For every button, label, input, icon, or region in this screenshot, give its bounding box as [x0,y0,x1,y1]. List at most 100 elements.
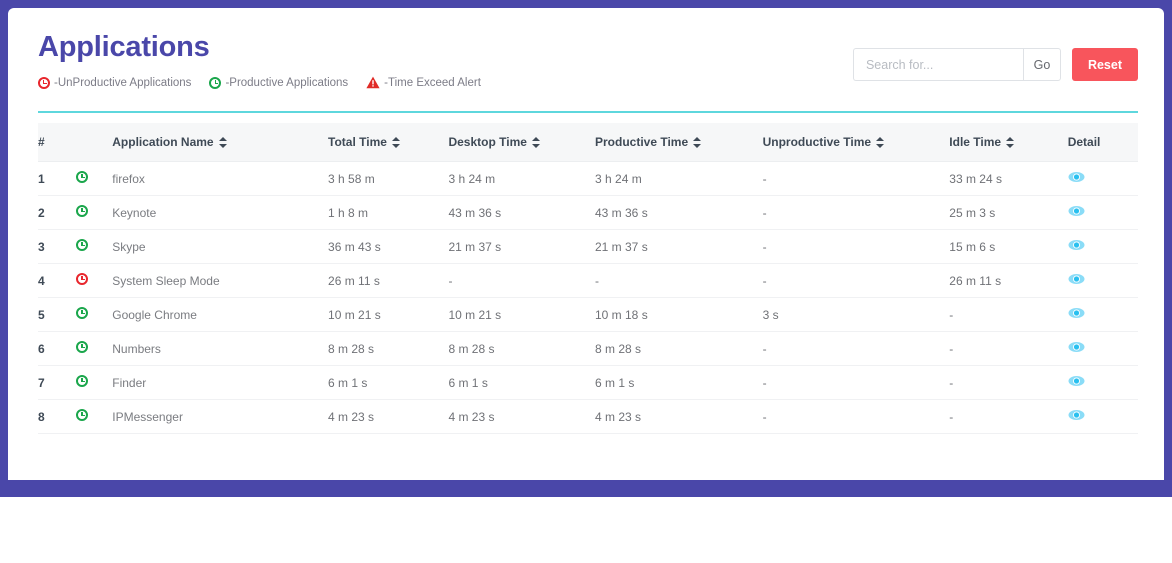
row-idle-time: - [949,331,1068,366]
column-header-detail: Detail [1067,123,1138,162]
legend-item: -Time Exceed Alert [366,76,481,89]
row-status-cell [76,297,113,332]
row-total-time: 3 h 58 m [328,161,449,196]
row-productive-time: 21 m 37 s [595,229,763,264]
row-idle-time: - [949,399,1068,434]
view-detail-button[interactable] [1068,409,1085,424]
legend-item: -UnProductive Applications [38,76,191,89]
legend-label: -Productive Applications [225,76,349,89]
row-productive-time: - [595,263,763,298]
row-desktop-time: 43 m 36 s [448,195,595,230]
row-index: 3 [38,229,77,264]
row-desktop-time: 4 m 23 s [448,399,595,434]
row-unproductive-time: - [762,399,950,434]
eye-icon [1068,172,1085,182]
view-detail-button[interactable] [1068,307,1085,322]
sort-toggle-icon[interactable] [218,136,227,148]
row-application-name: Keynote [112,195,329,230]
search-toolbar: Go Reset [852,48,1138,81]
productive-clock-icon [76,341,89,353]
row-detail-cell [1067,263,1138,298]
column-header-name[interactable]: Application Name [112,123,329,162]
row-detail-cell [1067,195,1138,230]
row-unproductive-time: - [762,229,950,264]
sort-toggle-icon[interactable] [1006,136,1015,148]
row-idle-time: - [949,297,1068,332]
accent-divider [38,111,1138,113]
row-status-cell [76,195,113,230]
row-idle-time: 25 m 3 s [949,195,1068,230]
eye-icon [1068,376,1085,386]
row-status-cell [76,229,113,264]
row-idle-time: - [949,365,1068,400]
row-detail-cell [1067,161,1138,196]
row-total-time: 1 h 8 m [328,195,449,230]
legend-item: -Productive Applications [209,76,349,89]
applications-table: # Application Name Total Time Desktop Time P… [38,123,1138,434]
view-detail-button[interactable] [1068,205,1085,220]
column-header-label: # [38,135,45,149]
row-application-name: Skype [112,229,329,264]
column-header-label: Detail [1067,135,1101,149]
table-header-row: # Application Name Total Time Desktop Time P… [38,123,1138,162]
sort-toggle-icon[interactable] [531,136,540,148]
legend-label: -Time Exceed Alert [384,76,481,89]
row-index: 6 [38,331,77,366]
row-detail-cell [1067,229,1138,264]
view-detail-button[interactable] [1068,341,1085,356]
column-header-productive[interactable]: Productive Time [595,123,763,162]
row-productive-time: 6 m 1 s [595,365,763,400]
row-desktop-time: 3 h 24 m [448,161,595,196]
column-header-total[interactable]: Total Time [328,123,449,162]
sort-toggle-icon[interactable] [693,136,702,148]
view-detail-button[interactable] [1068,171,1085,186]
unproductive-clock-icon [76,273,89,285]
row-desktop-time: 10 m 21 s [448,297,595,332]
card-header: Applications -UnProductive Applications -… [8,8,1164,104]
table-head: # Application Name Total Time Desktop Time P… [38,123,1138,162]
column-header-desktop[interactable]: Desktop Time [448,123,595,162]
row-status-cell [76,161,113,196]
row-index: 8 [38,399,77,434]
table-row: 5 Google Chrome 10 m 21 s 10 m 21 s 10 m 18 … [38,297,1138,332]
sort-toggle-icon[interactable] [391,136,400,148]
row-total-time: 36 m 43 s [328,229,449,264]
column-header-index: # [38,123,77,162]
applications-card: Applications -UnProductive Applications -… [8,8,1164,480]
row-application-name: firefox [112,161,329,196]
view-detail-button[interactable] [1068,273,1085,288]
row-index: 4 [38,263,77,298]
table-row: 4 System Sleep Mode 26 m 11 s - - -26 m 11 s [38,263,1138,298]
view-detail-button[interactable] [1068,375,1085,390]
productive-clock-icon [76,307,89,319]
row-unproductive-time: - [762,365,950,400]
row-index: 2 [38,195,77,230]
row-detail-cell [1067,331,1138,366]
row-productive-time: 43 m 36 s [595,195,763,230]
warning-triangle-icon [366,77,380,89]
go-button[interactable]: Go [1022,48,1061,81]
row-application-name: Google Chrome [112,297,329,332]
table-row: 2 Keynote 1 h 8 m 43 m 36 s 43 m 36 s -25 m 3… [38,195,1138,230]
row-total-time: 8 m 28 s [328,331,449,366]
row-total-time: 6 m 1 s [328,365,449,400]
view-detail-button[interactable] [1068,239,1085,254]
row-unproductive-time: - [762,263,950,298]
eye-icon [1068,206,1085,216]
column-header-unproductive[interactable]: Unproductive Time [762,123,950,162]
reset-button[interactable]: Reset [1071,48,1138,81]
row-desktop-time: - [448,263,595,298]
applications-table-zone: # Application Name Total Time Desktop Time P… [8,123,1164,434]
table-body: 1 firefox 3 h 58 m3 h 24 m3 h 24 m -33 m 24… [38,161,1138,434]
column-header-idle[interactable]: Idle Time [949,123,1068,162]
table-row: 1 firefox 3 h 58 m3 h 24 m3 h 24 m -33 m 24… [38,161,1138,196]
eye-icon [1068,308,1085,318]
search-input[interactable] [852,48,1023,81]
row-index: 5 [38,297,77,332]
table-row: 3 Skype 36 m 43 s 21 m 37 s 21 m 37 s -15 m 6… [38,229,1138,264]
sort-toggle-icon[interactable] [876,136,885,148]
column-header-label: Total Time [328,135,387,149]
productive-clock-icon [76,205,89,217]
row-detail-cell [1067,399,1138,434]
row-desktop-time: 6 m 1 s [448,365,595,400]
